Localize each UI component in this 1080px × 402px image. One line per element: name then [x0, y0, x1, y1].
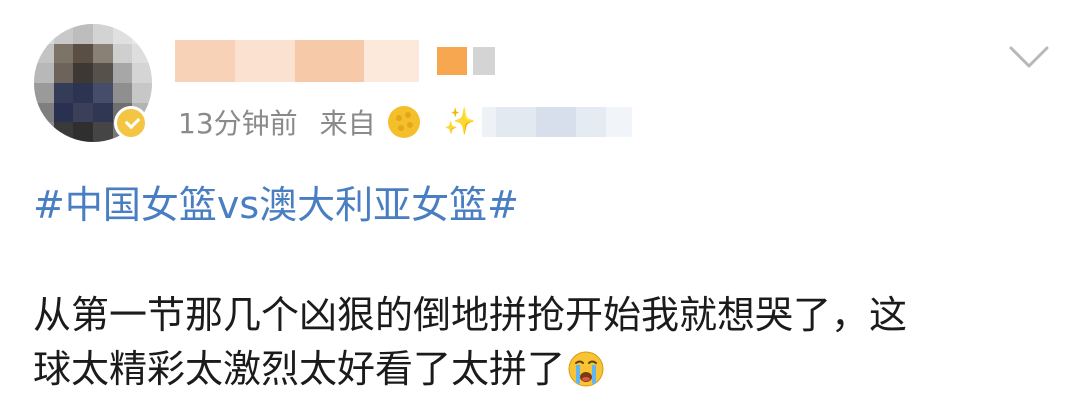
username-blurred[interactable]: [175, 40, 496, 82]
moon-icon: [387, 106, 420, 138]
weibo-post-card: 13分钟前 来自 ✨ #中国女篮vs澳大利亚女篮# 从第一节那几个凶狠的倒地拼抢…: [0, 0, 1080, 402]
post-content-line: 从第一节那几个凶狠的倒地拼抢开始我就想哭了，这: [33, 293, 908, 337]
crying-face-icon: [568, 351, 604, 387]
post-meta: 13分钟前 来自 ✨: [178, 102, 633, 142]
source-label: 来自: [319, 107, 376, 140]
chevron-down-icon[interactable]: [1008, 42, 1050, 72]
post-content-line: 球太精彩太激烈太好看了太拼了: [33, 342, 1043, 396]
verified-badge-icon: [114, 106, 148, 140]
post-content-line-text: 球太精彩太激烈太好看了太拼了: [33, 347, 566, 391]
post-content: 从第一节那几个凶狠的倒地拼抢开始我就想哭了，这 球太精彩太激烈太好看了太拼了: [33, 288, 1043, 396]
sparkle-icon: ✨: [443, 107, 477, 137]
topic-hashtag-link[interactable]: #中国女篮vs澳大利亚女篮#: [33, 174, 519, 229]
source-name-blurred[interactable]: [482, 107, 633, 137]
post-time: 13分钟前: [178, 107, 298, 140]
